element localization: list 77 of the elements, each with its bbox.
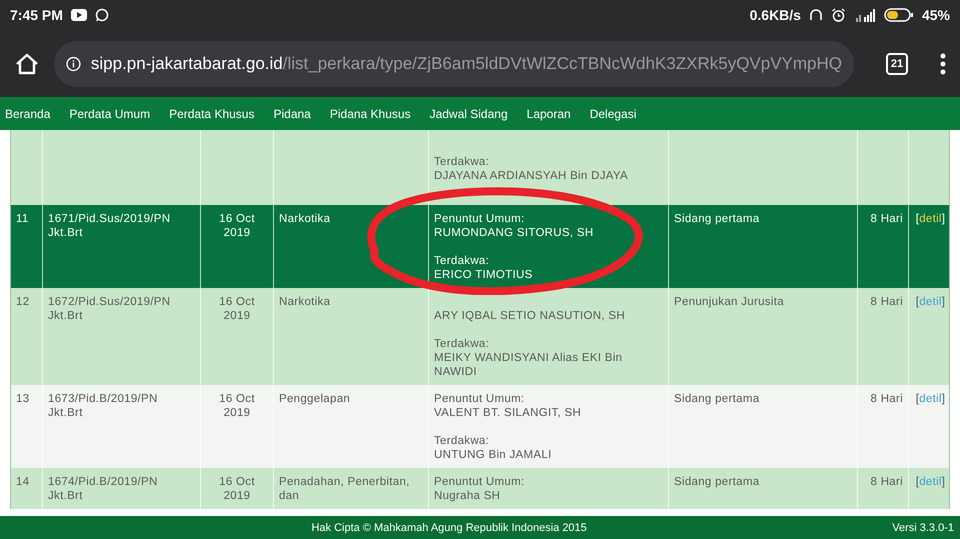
signal-icon <box>854 8 876 22</box>
nav-link[interactable]: Perdata Khusus <box>169 106 254 120</box>
network-speed: 0.6KB/s <box>750 7 801 23</box>
case-stage: Sidang pertama <box>674 476 760 488</box>
bracket: [ <box>916 476 920 488</box>
party-label: Penuntut Umum: <box>434 213 524 225</box>
video-app-icon <box>70 9 87 21</box>
url-host: sipp.pn-jakartabarat.go.id <box>90 54 283 72</box>
home-icon[interactable] <box>14 52 40 76</box>
party-label: Terdakwa: <box>434 338 490 350</box>
tab-count[interactable]: 21 <box>886 52 908 74</box>
case-date: 16 Oct 2019 <box>219 213 255 239</box>
case-classification: Penggelapan <box>279 393 350 405</box>
nav-link[interactable]: Jadwal Sidang <box>430 106 508 120</box>
party-name: VALENT BT. SILANGIT, SH <box>434 406 582 420</box>
chat-app-icon <box>94 8 109 22</box>
party-name: MEIKY WANDISYANI Alias EKI Bin NAWIDI <box>434 351 624 379</box>
case-stage: Sidang pertama <box>674 393 760 405</box>
party-label: Penuntut Umum: <box>434 393 524 405</box>
nav-link[interactable]: Beranda <box>5 106 50 120</box>
case-classification: Narkotika <box>279 296 330 308</box>
alarm-clock-icon <box>830 8 846 22</box>
copyright-text: Hak Cipta © Mahkamah Agung Republik Indonesia 2015 <box>311 522 587 534</box>
table-row[interactable]: 14 1674/Pid.B/2019/PN Jkt.Brt 16 Oct 2019 Penadahan, Penerbitan, dan Penuntut Umum: Nugraha SH Sidang pertama 8 Hari [detil] <box>11 468 949 509</box>
case-number: 1672/Pid.Sus/2019/PN Jkt.Brt <box>48 296 170 322</box>
nav-link[interactable]: Delegasi <box>590 106 636 120</box>
address-bar[interactable]: sipp.pn-jakartabarat.go.id/list_perkara/type/ZjB6am5ldDVtWlZCcTBNcWdhK3ZXRk5yQVpVYmpHQ <box>54 40 854 86</box>
table-row[interactable]: 12 1672/Pid.Sus/2019/PN Jkt.Brt 16 Oct 2019 Narkotika ARY IQBAL SETIO NASUTION, SH Terdakwa: MEIKY WANDISYANI Alias EKI Bin NAWIDI Penunjukan Jurusita 8 Hari [detil] <box>11 288 949 385</box>
case-duration: 8 Hari <box>870 393 903 405</box>
case-classification: Penadahan, Penerbitan, dan <box>279 476 410 502</box>
party-name: RUMONDANG SITORUS, SH <box>434 226 594 240</box>
bracket: [ <box>916 296 920 308</box>
case-stage: Sidang pertama <box>674 213 760 225</box>
row-number: 14 <box>16 476 30 488</box>
clock-time: 7:45 PM <box>10 7 63 23</box>
case-number: 1674/Pid.B/2019/PN Jkt.Brt <box>48 476 158 502</box>
bracket: ] <box>942 296 946 308</box>
party-name: UNTUNG Bin JAMALI <box>434 448 553 462</box>
nav-link[interactable]: Pidana Khusus <box>330 106 411 120</box>
party-name: ARY IQBAL SETIO NASUTION, SH <box>434 309 626 323</box>
case-number: 1673/Pid.B/2019/PN Jkt.Brt <box>48 393 158 419</box>
bracket: ] <box>942 213 946 225</box>
table-row[interactable]: 11 1671/Pid.Sus/2019/PN Jkt.Brt 16 Oct 2019 Narkotika Penuntut Umum: RUMONDANG SITORUS, SH Terdakwa: ERICO TIMOTIUS Sidang pertama 8 Hari [detil] <box>11 205 949 288</box>
battery-icon <box>884 8 914 22</box>
party-name: DJAYANA ARDIANSYAH Bin DJAYA <box>434 169 629 183</box>
bracket: [ <box>916 393 920 405</box>
party-label: Penuntut Umum: <box>434 476 524 488</box>
party-name: ERICO TIMOTIUS <box>434 268 534 282</box>
case-duration: 8 Hari <box>870 476 903 488</box>
row-number: 13 <box>16 393 30 405</box>
headphones-icon <box>808 8 823 22</box>
nav-link[interactable]: Laporan <box>526 106 571 120</box>
party-label: Terdakwa: <box>434 435 490 447</box>
case-duration: 8 Hari <box>870 213 903 225</box>
case-date: 16 Oct 2019 <box>219 296 255 322</box>
case-date: 16 Oct 2019 <box>219 393 255 419</box>
url-path: /list_perkara/type/ZjB6am5ldDVtWlZCcTBNcWdhK3ZXRk5yQVpVYmpHQ <box>282 54 842 72</box>
party-label: Terdakwa: <box>434 255 490 267</box>
party-name: Nugraha SH <box>434 489 502 503</box>
case-stage: Penunjukan Jurusita <box>674 296 784 308</box>
battery-percent: 45% <box>922 7 950 23</box>
case-date: 16 Oct 2019 <box>219 476 255 502</box>
detail-link[interactable]: detil <box>919 213 942 225</box>
bracket: [ <box>916 213 920 225</box>
case-duration: 8 Hari <box>870 296 903 308</box>
row-number: 12 <box>16 296 30 308</box>
table-row[interactable]: 13 1673/Pid.B/2019/PN Jkt.Brt 16 Oct 2019 Penggelapan Penuntut Umum: VALENT BT. SILANGIT, SH Terdakwa: UNTUNG Bin JAMALI Sidang pertama 8 Hari [detil] <box>11 385 949 468</box>
nav-link[interactable]: Perdata Umum <box>69 106 150 120</box>
case-number: 1671/Pid.Sus/2019/PN Jkt.Brt <box>48 213 170 239</box>
row-number: 11 <box>16 213 29 225</box>
more-menu-icon[interactable] <box>940 52 946 74</box>
bracket: ] <box>942 476 946 488</box>
case-classification: Narkotika <box>279 213 330 225</box>
party-label: Terdakwa: <box>434 156 490 168</box>
bracket: ] <box>942 393 946 405</box>
nav-link[interactable]: Pidana <box>273 106 311 120</box>
version-text: Versi 3.3.0-1 <box>892 522 954 534</box>
